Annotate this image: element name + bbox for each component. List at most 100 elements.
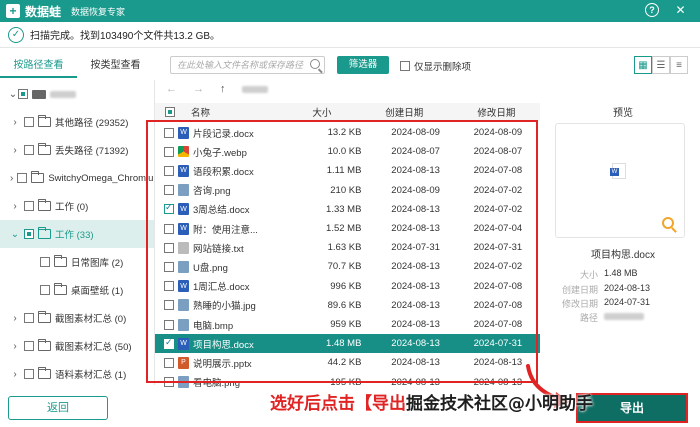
meta-value: 2024-08-13 [604,283,651,293]
file-row[interactable]: 小兔子.webp 10.0 KB 2024-08-07 2024-08-07 [155,142,540,161]
file-modified-date: 2024-08-09 [473,127,523,138]
filter-button[interactable]: 筛选器 [337,56,389,74]
column-size[interactable]: 大小 [288,105,356,119]
file-checkbox[interactable] [164,300,174,311]
file-row[interactable]: 咨询.png 210 KB 2024-08-09 2024-07-02 [155,181,540,200]
tree-checkbox[interactable] [24,201,34,211]
file-name: 说明展示.pptx [193,358,252,370]
image-file-icon [178,299,189,312]
tree-item-drive[interactable]: ⌄ [0,80,154,108]
file-checkbox[interactable] [164,281,174,292]
chevron-down-icon[interactable]: ⌄ [8,89,18,100]
tab-type-view[interactable]: 按类型查看 [77,56,154,78]
column-created[interactable]: 创建日期 [356,105,453,119]
file-row[interactable]: W 片段记录.docx 13.2 KB 2024-08-09 2024-08-09 [155,123,540,142]
tree-item-screenshots-0[interactable]: › 截图素材汇总 (0) [0,304,154,332]
tree-checkbox[interactable] [24,313,34,323]
file-checkbox[interactable] [164,242,174,253]
chevron-right-icon[interactable]: › [10,117,20,128]
file-table-header: 名称 大小 创建日期 修改日期 [155,103,540,121]
tree-item-daily-gallery[interactable]: 日常图库 (2) [0,248,154,276]
file-row[interactable]: W 3周总结.docx 1.33 MB 2024-08-13 2024-07-02 [155,200,540,219]
file-name: U盘.png [193,262,228,274]
file-checkbox[interactable] [164,185,174,196]
tree-checkbox[interactable] [40,257,50,267]
tree-item-work-0[interactable]: › 工作 (0) [0,192,154,220]
image-file-icon [178,260,189,273]
chevron-right-icon[interactable]: › [10,145,20,156]
file-row[interactable]: W 1周汇总.docx 996 KB 2024-08-13 2024-07-08 [155,277,540,296]
file-checkbox[interactable] [164,377,174,388]
chevron-right-icon[interactable]: › [10,201,20,212]
drive-icon [32,89,46,99]
folder-icon [38,115,51,127]
ppt-file-icon: P [178,356,189,369]
list-view-icon[interactable]: ☰ [652,56,670,74]
file-checkbox[interactable] [164,223,174,234]
tree-item-screenshots-50[interactable]: › 截图素材汇总 (50) [0,332,154,360]
file-checkbox[interactable] [164,165,174,176]
help-icon[interactable]: ? [645,3,659,17]
tree-checkbox[interactable] [24,229,34,239]
chevron-right-icon[interactable]: › [10,313,20,324]
file-row[interactable]: 熟睡的小猫.jpg 89.6 KB 2024-08-13 2024-07-08 [155,296,540,315]
only-deleted-checkbox[interactable] [400,61,410,71]
close-icon[interactable]: ✕ [673,3,688,18]
tab-path-view[interactable]: 按路径查看 [0,56,77,78]
tree-item-switchyomega[interactable]: › SwitchyOmega_Chromium [0,164,154,192]
file-created-date: 2024-08-13 [391,338,440,350]
file-row[interactable]: P 说明展示.pptx 44.2 KB 2024-08-13 2024-08-13 [155,353,540,372]
file-checkbox[interactable] [164,202,174,215]
select-all-checkbox[interactable] [165,107,175,117]
file-name: 网站链接.txt [193,243,244,255]
detail-view-icon[interactable]: ≡ [670,56,688,74]
file-checkbox[interactable] [164,261,174,272]
file-row[interactable]: 网站链接.txt 1.63 KB 2024-07-31 2024-07-31 [155,238,540,257]
tree-checkbox[interactable] [24,145,34,155]
zoom-icon[interactable] [662,217,674,229]
file-size: 70.7 KB [327,261,362,273]
file-created-date: 2024-07-31 [391,242,440,254]
nav-up-icon[interactable]: ↑ [220,83,226,95]
nav-back-icon[interactable]: ← [166,83,177,95]
tree-item-wallpaper[interactable]: 桌面壁纸 (1) [0,276,154,304]
chevron-right-icon[interactable]: › [10,341,20,352]
annotation-caption-text: 选好后点击【导出 [270,394,406,414]
tree-checkbox[interactable] [18,89,28,99]
tree-checkbox[interactable] [40,285,50,295]
file-size: 1.11 MB [326,165,362,177]
tree-checkbox[interactable] [24,117,34,127]
file-checkbox[interactable] [164,319,174,330]
nav-forward-icon[interactable]: → [193,83,204,95]
grid-view-icon[interactable]: ▦ [634,56,652,74]
chevron-right-icon[interactable]: › [10,369,20,380]
meta-value: 2024-07-31 [604,297,651,307]
file-checkbox[interactable] [164,337,174,349]
file-row[interactable]: W 附：使用注意... 1.52 MB 2024-08-13 2024-07-04 [155,219,540,238]
tree-item-other-paths[interactable]: › 其他路径 (29352) [0,108,154,136]
file-checkbox[interactable] [164,127,174,138]
only-deleted-toggle[interactable]: 仅显示删除项 [400,59,471,73]
chevron-down-icon[interactable]: ⌄ [10,229,20,240]
column-modified[interactable]: 修改日期 [453,105,540,119]
tree-item-corpus[interactable]: › 语料素材汇总 (1) [0,360,154,385]
search-icon[interactable] [310,59,320,69]
folder-icon [38,311,51,323]
back-button[interactable]: 返回 [8,396,108,420]
tree-checkbox[interactable] [24,341,34,351]
file-row[interactable]: W 项目构思.docx 1.48 MB 2024-08-13 2024-07-31 [155,334,540,354]
file-name: 片段记录.docx [193,128,254,140]
file-checkbox[interactable] [164,146,174,157]
search-input[interactable]: 在此处输入文件名称或保存路径 [170,56,325,74]
tree-item-lost-paths[interactable]: › 丢失路径 (71392) [0,136,154,164]
column-name[interactable]: 名称 [191,105,288,119]
chevron-right-icon[interactable]: › [10,173,13,184]
file-row[interactable]: W 语段积累.docx 1.11 MB 2024-08-13 2024-07-08 [155,161,540,180]
file-checkbox[interactable] [164,357,174,368]
tree-checkbox[interactable] [24,369,34,379]
tree-checkbox[interactable] [17,173,28,183]
file-row[interactable]: 电脑.bmp 959 KB 2024-08-13 2024-07-08 [155,315,540,334]
folder-tree: ⌄ › 其他路径 (29352) › 丢失路径 (71392) › Switch… [0,80,155,385]
tree-item-work-33[interactable]: ⌄ 工作 (33) [0,220,154,248]
file-row[interactable]: U盘.png 70.7 KB 2024-08-13 2024-07-02 [155,257,540,276]
